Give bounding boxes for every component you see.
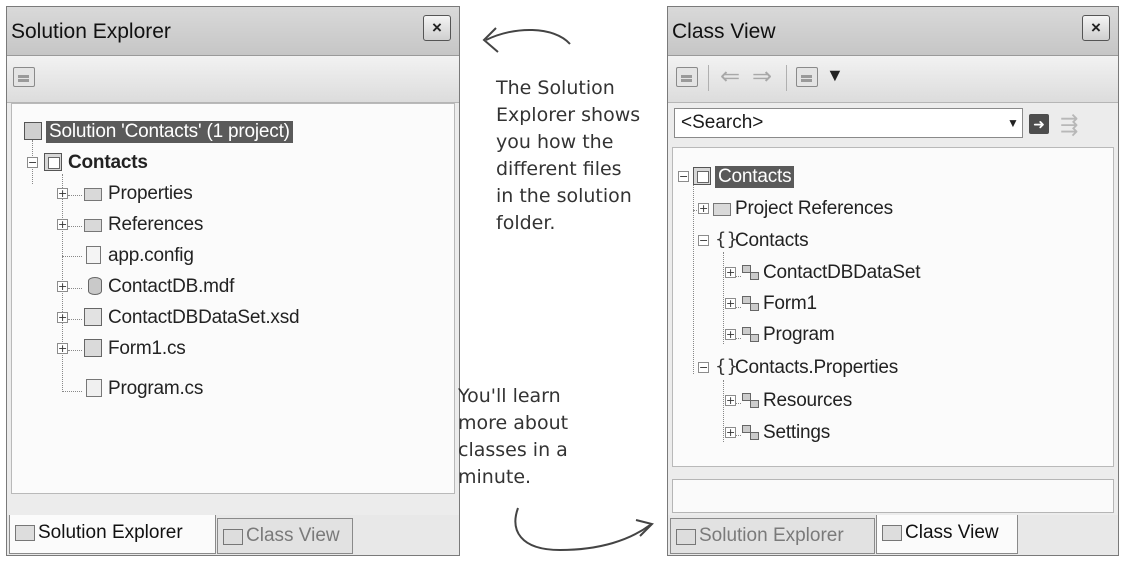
class-view-panel: Class View × ⇐ ⇒ ▼ <Search> ▼ ➜ ⇶ − Cont…: [667, 6, 1119, 556]
class-view-title: Class View: [672, 20, 776, 43]
form-icon: [84, 339, 102, 357]
tab-label: Class View: [905, 522, 999, 543]
tab-label: Solution Explorer: [699, 525, 844, 546]
new-folder-icon: [676, 67, 698, 87]
solution-explorer-close-button[interactable]: ×: [423, 15, 451, 41]
chevron-down-icon[interactable]: ▼: [1006, 116, 1020, 130]
expand-icon[interactable]: +: [698, 203, 709, 214]
tree-item-label: Properties: [108, 183, 193, 204]
tree-item-label: Program.cs: [108, 378, 204, 399]
config-file-icon: [86, 246, 101, 264]
solution-explorer-tree[interactable]: Solution 'Contacts' (1 project) − Contac…: [11, 103, 455, 494]
tree-item-label: Contacts: [715, 166, 795, 188]
solution-icon: [24, 122, 42, 140]
project-icon: [693, 167, 711, 185]
solution-explorer-tab-icon: [676, 529, 696, 545]
database-icon: [88, 277, 102, 295]
properties-icon: [13, 67, 35, 87]
back-arrow-icon[interactable]: ⇐: [720, 62, 740, 91]
tree-item-label: Contacts: [735, 230, 809, 251]
clear-search-icon[interactable]: ⇶: [1060, 112, 1078, 138]
collapse-icon[interactable]: −: [698, 235, 709, 246]
tab-label: Solution Explorer: [38, 522, 183, 543]
solution-explorer-tabbar: Solution Explorer Class View: [7, 515, 459, 555]
tree-item-label: Form1.cs: [108, 338, 186, 359]
expand-icon[interactable]: +: [725, 395, 736, 406]
expand-icon[interactable]: +: [57, 281, 68, 292]
collapse-icon[interactable]: −: [27, 157, 38, 168]
class-view-search-row: <Search> ▼ ➜ ⇶: [672, 104, 1114, 144]
tree-item-label: ContactDBDataSet.xsd: [108, 307, 300, 328]
chevron-down-icon[interactable]: ▼: [826, 65, 844, 86]
tree-item-label: app.config: [108, 245, 194, 266]
tab-class-view[interactable]: Class View: [876, 515, 1018, 554]
solution-explorer-titlebar: Solution Explorer ×: [7, 7, 459, 56]
cs-file-icon: [86, 379, 102, 397]
tree-item-label: Resources: [763, 390, 853, 411]
class-view-tree[interactable]: − Contacts + Project References − {} Con…: [672, 147, 1114, 467]
class-icon: [741, 263, 761, 281]
tree-item-label: Program: [763, 324, 835, 345]
class-icon: [741, 294, 761, 312]
view-settings-icon: [796, 67, 818, 87]
tab-label: Class View: [246, 525, 340, 546]
references-folder-icon: [84, 219, 102, 232]
tree-item-label: Settings: [763, 422, 831, 443]
dataset-icon: [84, 308, 102, 326]
expand-icon[interactable]: +: [57, 219, 68, 230]
tab-class-view[interactable]: Class View: [217, 518, 353, 554]
collapse-icon[interactable]: −: [698, 362, 709, 373]
expand-icon[interactable]: +: [725, 298, 736, 309]
class-icon: [741, 325, 761, 343]
solution-explorer-toolbar: [7, 56, 459, 103]
class-view-titlebar: Class View ×: [668, 7, 1118, 56]
tree-item-label: ContactDBDataSet: [763, 262, 921, 283]
arrow-left-icon: [482, 27, 571, 53]
arrow-right-icon: [514, 507, 654, 552]
tab-solution-explorer[interactable]: Solution Explorer: [9, 515, 216, 554]
class-icon: [741, 391, 761, 409]
solution-explorer-tab-icon: [15, 525, 35, 541]
project-icon: [44, 153, 62, 171]
solution-explorer-panel: Solution Explorer × Solution 'Contacts' …: [6, 6, 460, 556]
properties-folder-icon: [84, 188, 102, 201]
tree-item-label: ContactDB.mdf: [108, 276, 235, 297]
tree-item-label: Contacts.Properties: [735, 357, 899, 378]
class-view-close-button[interactable]: ×: [1082, 15, 1110, 41]
solution-explorer-title: Solution Explorer: [11, 20, 171, 43]
tab-solution-explorer[interactable]: Solution Explorer: [670, 518, 875, 554]
expand-icon[interactable]: +: [57, 343, 68, 354]
tree-item-label: Solution 'Contacts' (1 project): [46, 121, 293, 143]
search-value: <Search>: [681, 112, 764, 133]
expand-icon[interactable]: +: [725, 427, 736, 438]
collapse-icon[interactable]: −: [678, 171, 689, 182]
tree-item-label: References: [108, 214, 204, 235]
class-view-tab-icon: [223, 529, 243, 545]
expand-icon[interactable]: +: [57, 312, 68, 323]
class-view-tabbar: Solution Explorer Class View: [668, 515, 1118, 555]
expand-icon[interactable]: +: [725, 329, 736, 340]
class-view-tab-icon: [882, 525, 902, 541]
class-icon: [741, 423, 761, 441]
tree-item-label: Project References: [735, 198, 893, 219]
expand-icon[interactable]: +: [57, 188, 68, 199]
search-input[interactable]: <Search> ▼: [674, 108, 1023, 138]
class-view-members-pane[interactable]: [672, 479, 1114, 513]
forward-arrow-icon[interactable]: ⇒: [752, 62, 772, 91]
annotation-class-view: You'll learn more about classes in a min…: [458, 385, 569, 488]
folder-icon: [713, 203, 731, 216]
tree-item-label: Form1: [763, 293, 817, 314]
tree-item-label: Contacts: [68, 152, 148, 173]
annotation-solution-explorer: The Solution Explorer shows you how the …: [496, 77, 641, 234]
search-go-button[interactable]: ➜: [1029, 114, 1049, 134]
class-view-toolbar: ⇐ ⇒ ▼: [668, 56, 1118, 103]
expand-icon[interactable]: +: [725, 267, 736, 278]
